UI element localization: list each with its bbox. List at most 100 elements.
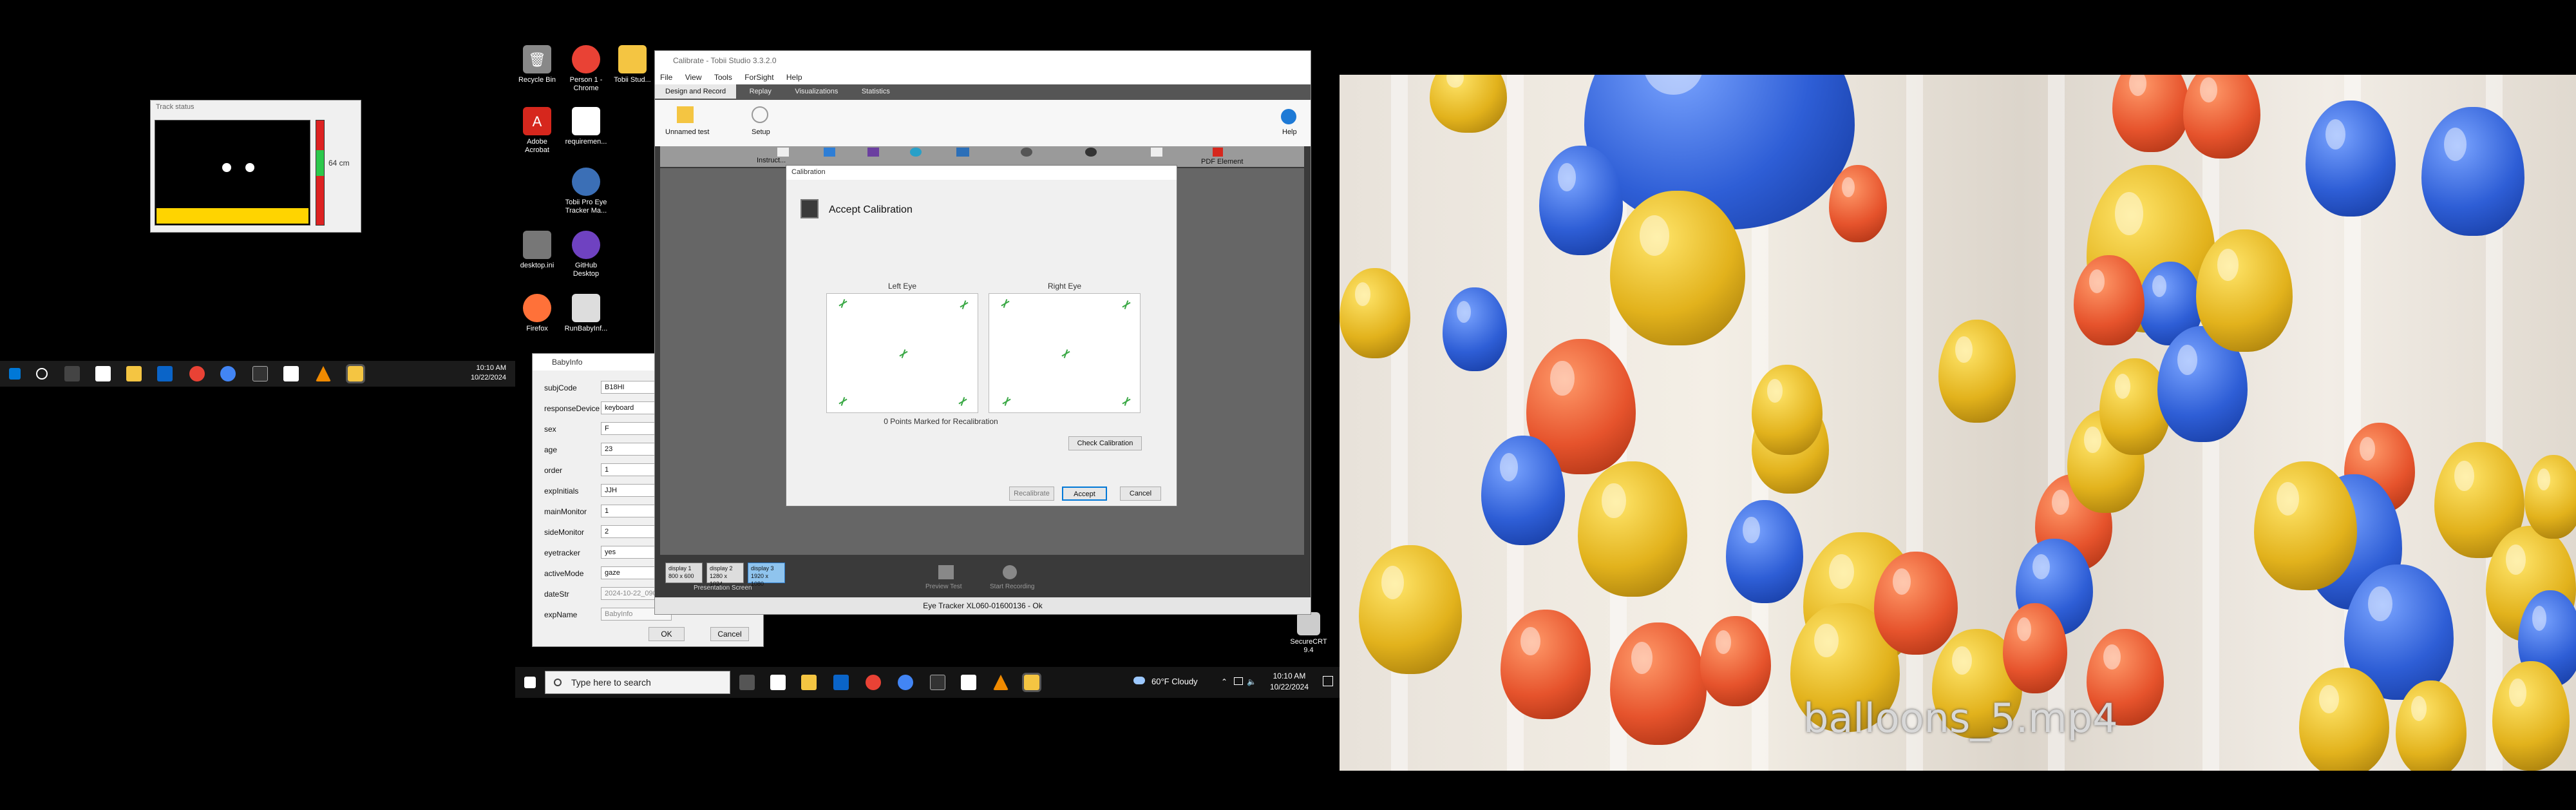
tab-statistics[interactable]: Statistics [851,84,900,99]
app-icon[interactable] [961,675,976,690]
scene-camera-icon[interactable] [1085,148,1097,157]
preview-test-icon[interactable] [938,565,954,579]
taskbar-main-clock[interactable]: 10:10 AM 10/22/2024 [1270,671,1309,693]
github-desktop-shortcut[interactable]: GitHub Desktop [563,231,609,278]
taskbar-search-input[interactable]: Type here to search [545,671,730,694]
questionnaire-icon[interactable] [1151,148,1162,157]
screen-rec-icon[interactable] [956,148,969,157]
calibration-point[interactable] [1122,397,1131,406]
desktop-ini-label: desktop.ini [520,262,554,269]
help-icon[interactable] [1281,109,1296,124]
network-icon[interactable] [1234,677,1243,685]
tobii-studio-shortcut[interactable]: Tobii Stud... [609,45,656,84]
cancel-button[interactable]: Cancel [710,627,749,641]
vlc-icon[interactable] [993,675,1009,690]
calibration-point[interactable] [960,300,969,309]
tab-visualizations[interactable]: Visualizations [784,84,848,99]
test-icon[interactable] [677,106,694,123]
image-icon[interactable] [824,148,835,157]
preview-test-label[interactable]: Preview Test [925,583,962,590]
menu-help[interactable]: Help [781,70,808,84]
calibration-point[interactable] [1061,349,1070,358]
start-recording-icon[interactable] [1003,565,1017,579]
tab-replay[interactable]: Replay [739,84,782,99]
document-icon[interactable] [770,675,786,690]
start-icon[interactable] [9,368,21,380]
app-icon[interactable] [283,366,299,381]
chrome-icon[interactable] [189,366,205,381]
chrome-profile-icon[interactable] [898,675,913,690]
calibration-point[interactable] [899,349,908,358]
web-icon[interactable] [910,148,922,157]
balloon [1539,146,1623,255]
terminal-icon[interactable] [252,366,268,381]
task-view-icon[interactable] [64,366,80,381]
weather-text[interactable]: 60°F Cloudy [1151,677,1198,686]
display-1-button[interactable]: display 1 800 x 600 [665,563,703,583]
desktop-ini-shortcut[interactable]: desktop.ini [514,231,560,270]
mail-icon[interactable] [833,675,849,690]
menu-view[interactable]: View [680,70,707,84]
search-icon[interactable] [36,368,48,380]
task-view-icon[interactable] [739,675,755,690]
tobii-taskbar-icon[interactable] [1022,673,1041,692]
notification-icon[interactable] [1323,676,1333,686]
display-2-button[interactable]: display 2 1280 x 1024 [706,563,744,587]
video-player: balloons_5.mp4 [1340,75,2576,771]
acrobat-shortcut[interactable]: A Adobe Acrobat [514,107,560,155]
file-explorer-icon[interactable] [801,675,817,690]
chrome-icon[interactable] [866,675,881,690]
file-explorer-icon[interactable] [126,366,142,381]
requirements-shortcut[interactable]: requiremen... [563,107,609,146]
camera-icon[interactable] [1021,148,1032,157]
calibration-point[interactable] [1122,300,1131,309]
menu-file[interactable]: File [655,70,677,84]
document-icon[interactable] [95,366,111,381]
chrome-shortcut[interactable]: Person 1 - Chrome [563,45,609,93]
securecrt-shortcut[interactable]: SecureCRT 9.4 [1285,612,1332,655]
calibration-cancel-button[interactable]: Cancel [1120,487,1161,501]
right-eye-plot[interactable] [989,293,1141,413]
calibration-point[interactable] [838,299,848,308]
volume-icon[interactable]: 🔈 [1247,677,1256,686]
setup-label[interactable]: Setup [752,128,770,136]
eye-tracker-manager-label: Tobii Pro Eye Tracker Ma... [565,198,607,215]
monitor-icon [800,199,819,218]
recalibrate-button[interactable]: Recalibrate [1009,487,1054,501]
calibration-heading: Accept Calibration [829,204,913,215]
start-recording-label[interactable]: Start Recording [990,583,1034,590]
calibration-point[interactable] [958,397,967,406]
start-icon[interactable] [524,677,536,688]
help-label[interactable]: Help [1282,128,1297,136]
runbabyinfo-shortcut[interactable]: RunBabyInf... [563,294,609,333]
taskbar-main-time: 10:10 AM [1273,671,1306,680]
tray-chevron-icon[interactable]: ⌃ [1221,677,1227,686]
tobii-taskbar-icon[interactable] [346,364,365,383]
eye-tracker-manager-shortcut[interactable]: Tobii Pro Eye Tracker Ma... [563,168,609,215]
menu-tools[interactable]: Tools [709,70,737,84]
display-3-button[interactable]: display 3 1920 x 1080 [748,563,785,587]
menu-forsight[interactable]: ForSight [739,70,779,84]
instruction-icon[interactable] [777,148,789,157]
calibration-point[interactable] [1001,299,1010,308]
securecrt-label: SecureCRT 9.4 [1290,638,1327,654]
tab-design-and-record[interactable]: Design and Record [655,84,737,99]
firefox-shortcut[interactable]: Firefox [514,294,560,333]
vlc-icon[interactable] [316,366,331,381]
ok-button[interactable]: OK [649,627,685,641]
setup-icon[interactable] [752,106,768,123]
left-eye-plot[interactable] [826,293,978,413]
balloon [1359,545,1462,674]
movie-icon[interactable] [867,148,879,157]
pdf-icon[interactable] [1213,148,1223,157]
chrome-profile-icon[interactable] [220,366,236,381]
check-calibration-button[interactable]: Check Calibration [1068,436,1142,450]
field-label: order [544,466,563,475]
calibration-point[interactable] [1002,397,1011,406]
terminal-icon[interactable] [930,675,945,690]
mail-icon[interactable] [157,366,173,381]
test-name[interactable]: Unnamed test [665,128,709,136]
calibration-point[interactable] [838,397,848,406]
recycle-bin-shortcut[interactable]: 🗑 Recycle Bin [514,45,560,84]
accept-button[interactable]: Accept [1062,487,1107,501]
